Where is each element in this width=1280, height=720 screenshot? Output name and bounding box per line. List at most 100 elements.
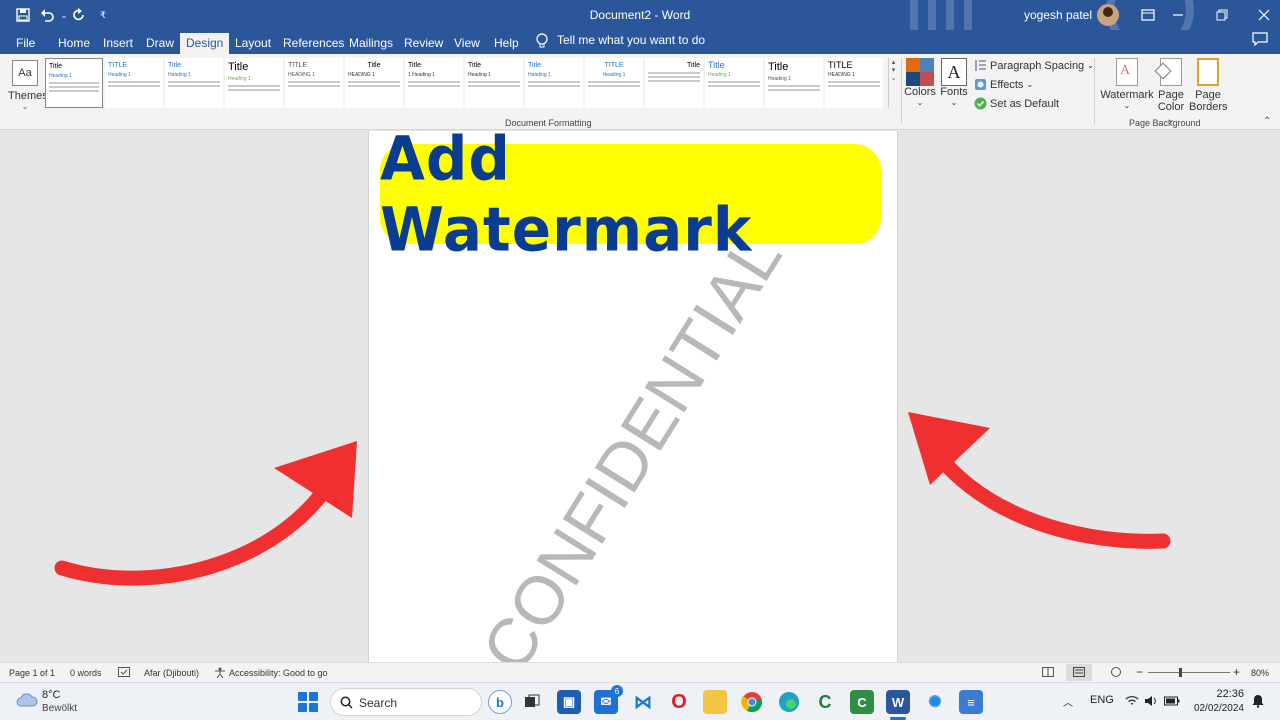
scroll-down-icon[interactable]: ▾	[889, 66, 898, 74]
zoom-level[interactable]: 80%	[1251, 668, 1269, 678]
store-icon[interactable]: ▣	[557, 690, 581, 714]
accessibility-icon[interactable]	[214, 667, 226, 678]
set-as-default-button[interactable]: Set as Default	[974, 97, 1059, 110]
tab-design[interactable]: Design	[180, 33, 230, 54]
style-set-thumb[interactable]: Title Heading 1	[525, 58, 583, 108]
tray-chevron-icon[interactable]: ︿	[1063, 694, 1073, 709]
style-set-thumb[interactable]: Title Heading 1	[225, 58, 283, 108]
save-icon[interactable]	[14, 6, 32, 24]
comments-icon[interactable]	[1252, 32, 1270, 50]
page-count[interactable]: Page 1 of 1	[9, 668, 55, 678]
style-set-thumb[interactable]: TITLE HEADING 1	[825, 58, 883, 108]
undo-icon[interactable]	[38, 6, 56, 24]
style-set-thumb[interactable]: TITLE HEADING 1	[285, 58, 343, 108]
style-set-thumb[interactable]: Title Heading 1	[765, 58, 823, 108]
tell-me-search[interactable]: Tell me what you want to do	[557, 33, 705, 47]
camtasia-recorder-icon[interactable]: C	[850, 690, 874, 714]
colors-icon	[906, 58, 934, 86]
watermark-button[interactable]: A Watermark ⌄	[1100, 58, 1154, 110]
themes-button[interactable]: Aa Themes ⌄	[8, 58, 48, 114]
cloud-icon[interactable]	[16, 691, 38, 707]
word-icon[interactable]: W	[886, 690, 910, 714]
page-borders-button[interactable]: Page Borders	[1189, 58, 1228, 113]
windows-start-icon[interactable]	[298, 692, 318, 712]
page-borders-label-2: Borders	[1189, 101, 1228, 113]
scroll-up-icon[interactable]: ▴	[889, 58, 898, 66]
style-set-thumb[interactable]: Title Heading 1	[45, 58, 103, 108]
style-set-thumb[interactable]: TITLE Heading 1	[585, 58, 643, 108]
opera-icon[interactable]: O	[667, 690, 691, 714]
tab-home[interactable]: Home	[52, 33, 96, 54]
bing-icon[interactable]: b	[488, 690, 512, 714]
paragraph-spacing-button[interactable]: Paragraph Spacing ⌄	[974, 59, 1094, 72]
read-mode-icon[interactable]	[1042, 667, 1054, 677]
volume-icon[interactable]	[1144, 695, 1158, 707]
chevron-down-icon: ⌄	[1026, 80, 1034, 89]
gallery-scroll[interactable]: ▴ ▾ ⌄	[888, 58, 898, 108]
avatar[interactable]	[1097, 4, 1119, 26]
tab-references[interactable]: References	[277, 33, 350, 54]
style-set-thumb[interactable]: Title	[645, 58, 703, 108]
ribbon-display-icon[interactable]	[1138, 5, 1158, 25]
accessibility-status[interactable]: Accessibility: Good to go	[229, 668, 328, 678]
restore-icon[interactable]	[1212, 5, 1232, 25]
file-explorer-icon[interactable]	[703, 690, 727, 714]
zoom-slider[interactable]	[1148, 672, 1230, 673]
style-set-thumb[interactable]: TITLE Heading 1	[105, 58, 163, 108]
notepad-icon[interactable]: ≡	[959, 690, 983, 714]
title-banner: Add Watermark	[380, 123, 881, 265]
style-set-thumb[interactable]: Title Heading 1	[465, 58, 523, 108]
tab-view[interactable]: View	[448, 33, 486, 54]
app-icon[interactable]: ✺	[923, 690, 947, 714]
style-set-thumb[interactable]: Title 1 Heading 1	[405, 58, 463, 108]
redo-icon[interactable]	[70, 6, 88, 24]
web-layout-icon[interactable]	[1110, 667, 1122, 677]
style-set-thumb[interactable]: Title Heading 1	[165, 58, 223, 108]
user-name[interactable]: yogesh patel	[1012, 8, 1092, 22]
zoom-out-icon[interactable]: −	[1136, 665, 1143, 679]
style-set-thumb[interactable]: Title HEADING 1	[345, 58, 403, 108]
taskbar-search[interactable]: Search	[330, 688, 482, 716]
task-view-icon[interactable]	[520, 690, 544, 714]
wifi-icon[interactable]	[1125, 695, 1139, 707]
fonts-button[interactable]: A Fonts ⌄	[939, 58, 969, 107]
minimize-icon[interactable]	[1168, 5, 1188, 25]
notification-bell-icon[interactable]	[1252, 694, 1264, 708]
proofing-icon[interactable]	[118, 667, 130, 678]
battery-icon[interactable]	[1164, 695, 1180, 707]
vscode-icon[interactable]: ⋈	[631, 690, 655, 714]
mail-icon[interactable]: ✉ 6	[594, 685, 623, 714]
clock-date[interactable]: 02/02/2024	[1188, 703, 1244, 714]
tab-mailings[interactable]: Mailings	[343, 33, 399, 54]
language-status[interactable]: Afar (Djibouti)	[144, 668, 199, 678]
print-layout-button[interactable]	[1066, 664, 1092, 681]
zoom-slider-thumb[interactable]	[1179, 668, 1182, 677]
edge-icon[interactable]	[777, 690, 801, 714]
tab-insert[interactable]: Insert	[97, 33, 139, 54]
tab-file[interactable]: File	[10, 33, 41, 54]
customize-icon[interactable]: ₹	[94, 6, 112, 24]
tab-review[interactable]: Review	[398, 33, 449, 54]
chevron-down-icon: ⌄	[916, 98, 924, 107]
chevron-down-icon: ⌄	[21, 102, 29, 111]
camtasia-icon[interactable]: C	[813, 690, 837, 714]
colors-button[interactable]: Colors ⌄	[904, 58, 936, 107]
tab-draw[interactable]: Draw	[140, 33, 180, 54]
mail-badge: 6	[611, 685, 623, 697]
tab-help[interactable]: Help	[488, 33, 525, 54]
close-icon[interactable]	[1254, 5, 1274, 25]
page-color-button[interactable]: Page Color ⌄	[1153, 58, 1189, 125]
collapse-ribbon-icon[interactable]: ⌃	[1263, 116, 1271, 127]
style-set-thumb[interactable]: Title Heading 1	[705, 58, 763, 108]
word-count[interactable]: 0 words	[70, 668, 102, 678]
tab-layout[interactable]: Layout	[229, 33, 277, 54]
page-color-label-1: Page	[1158, 89, 1184, 101]
weather-description[interactable]: Bewölkt	[42, 703, 77, 714]
zoom-in-icon[interactable]: +	[1233, 665, 1240, 679]
clock-time[interactable]: 22:36	[1208, 688, 1244, 700]
effects-button[interactable]: Effects ⌄	[974, 78, 1033, 91]
gallery-more-icon[interactable]: ⌄	[889, 74, 898, 82]
weather-temperature[interactable]: 8°C	[42, 689, 60, 701]
chrome-icon[interactable]	[740, 690, 764, 714]
language-indicator[interactable]: ENG	[1090, 694, 1114, 706]
